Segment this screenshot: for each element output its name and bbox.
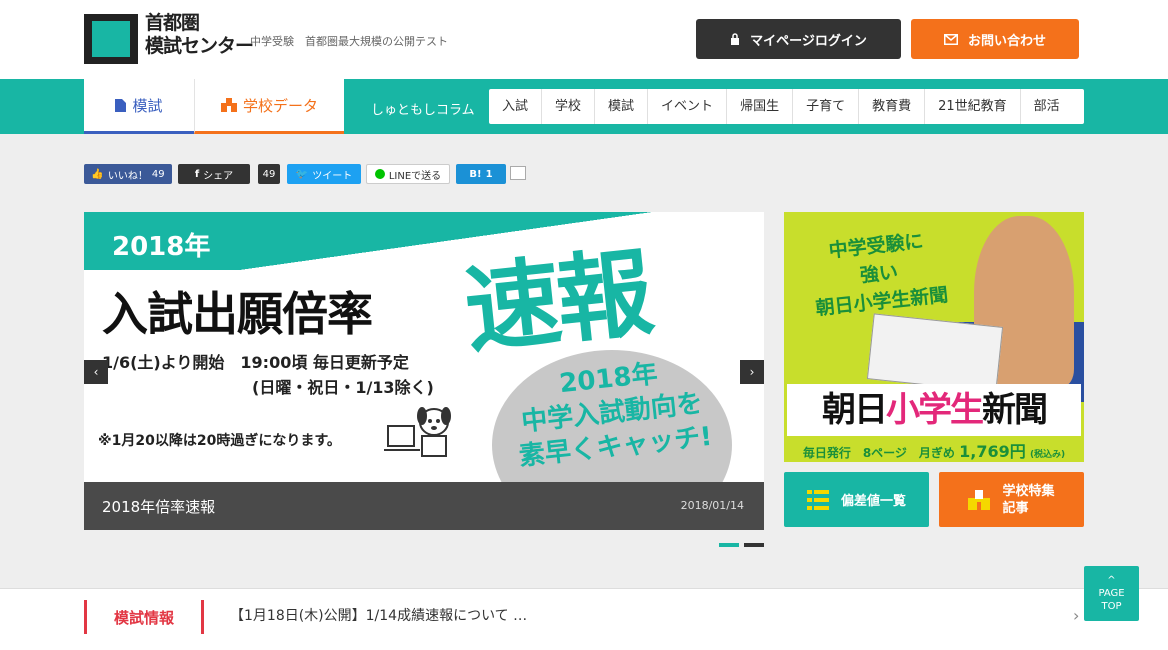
slide-caption: 2018年倍率速報 2018/01/14 — [84, 482, 764, 530]
slider-dot-active[interactable] — [719, 543, 739, 547]
twitter-bird-icon: 🐦 — [295, 168, 309, 180]
news-next-icon[interactable]: › — [1073, 606, 1079, 625]
like-label: いいね！ — [107, 170, 148, 182]
ad-newspaper-image — [866, 313, 1004, 393]
line-label: LINEで送る — [388, 170, 442, 182]
category-event[interactable]: イベント — [648, 89, 728, 124]
slider-dot[interactable] — [744, 543, 764, 547]
line-share-button[interactable]: LINEで送る — [366, 164, 450, 184]
tokushu-line2: 記事 — [1002, 500, 1029, 516]
column-label: しゅともしコラム — [371, 103, 475, 118]
share-label: シェア — [203, 170, 234, 182]
document-icon — [115, 98, 127, 112]
tab-moshi[interactable]: 模試 — [84, 79, 194, 134]
category-kikokusei[interactable]: 帰国生 — [727, 89, 794, 124]
slide-schedule-note: (日曜・祝日・1/13除く) — [252, 378, 434, 397]
category-nyushi[interactable]: 入試 — [489, 89, 543, 124]
slide-notice: ※1月20以降は20時過ぎになります。 — [98, 433, 341, 449]
contact-button[interactable]: お問い合わせ — [911, 19, 1079, 59]
ad-footer: 毎日発行 8ページ 月ぎめ 1,769円 (税込み) — [784, 438, 1084, 462]
slide-sokuho: 速報 — [459, 236, 655, 368]
facebook-share-button[interactable]: f シェア — [178, 164, 250, 184]
email-share-icon[interactable] — [510, 166, 526, 180]
ad-brand-band: 朝日小学生新聞 — [787, 384, 1081, 436]
category-kosodate[interactable]: 子育て — [793, 89, 860, 124]
category-menu: 入試 学校 模試 イベント 帰国生 子育て 教育費 21世紀教育 部活 — [489, 89, 1084, 124]
slider-prev-button[interactable]: ‹ — [84, 360, 108, 384]
slide-main-title: 入試出願倍率 — [102, 287, 373, 341]
category-gakko[interactable]: 学校 — [542, 89, 596, 124]
school-icon — [220, 98, 237, 112]
category-bukatsu[interactable]: 部活 — [1021, 89, 1073, 124]
tab-moshi-label: 模試 — [132, 96, 163, 115]
ad-foot-tax: (税込み) — [1029, 450, 1066, 460]
contact-label: お問い合わせ — [967, 33, 1046, 49]
hatena-label: B! — [469, 168, 482, 180]
ad-headline: 中学受験に 強い 朝日小学生新聞 — [790, 223, 968, 324]
tokushu-line1: 学校特集 — [1002, 483, 1055, 499]
hero-slider[interactable]: 2018年 入試出願倍率 速報 2018年 中学入試動向を 素早くキャッチ! 1… — [84, 212, 764, 530]
site-tagline: 中学受験 首都圏最大規模の公開テスト — [250, 35, 448, 48]
hensachi-list-button[interactable]: 偏差値一覧 — [784, 472, 929, 527]
lock-icon — [731, 33, 740, 45]
hensachi-label: 偏差値一覧 — [840, 494, 906, 509]
thumbs-up-icon: 👍 — [91, 168, 104, 180]
chevron-up-icon: ^ — [1107, 575, 1116, 586]
chevron-left-icon: ‹ — [93, 365, 99, 379]
tab-gakko-label: 学校データ — [242, 96, 318, 115]
page-top-line2: TOP — [1101, 601, 1122, 612]
page-top-line1: PAGE — [1098, 588, 1125, 599]
slider-next-button[interactable]: › — [740, 360, 764, 384]
news-headline-link[interactable]: 【1月18日(木)公開】1/14成績速報について … — [230, 605, 527, 625]
category-kyoikuhi[interactable]: 教育費 — [859, 89, 926, 124]
like-count: 49 — [151, 168, 165, 180]
ad-band-a: 朝日 — [822, 390, 888, 430]
slide-caption-title: 2018年倍率速報 — [102, 498, 216, 516]
tab-gakko-data[interactable]: 学校データ — [194, 79, 344, 134]
facebook-like-button[interactable]: 👍 いいね！ 49 — [84, 164, 172, 184]
school-feature-button[interactable]: 学校特集 記事 — [939, 472, 1084, 527]
facebook-icon: f — [194, 168, 200, 180]
login-label: マイページログイン — [750, 33, 867, 49]
ad-foot-text: 毎日発行 8ページ 月ぎめ — [802, 446, 955, 460]
ad-band-b: 小学生 — [886, 390, 984, 430]
dog-with-laptop-illustration — [384, 407, 451, 457]
page-top-button[interactable]: ^ PAGE TOP — [1084, 566, 1139, 621]
school-feature-label: 学校特集 記事 — [1002, 483, 1054, 517]
logo-line2: 模試センター — [145, 35, 254, 57]
category-moshi[interactable]: 模試 — [595, 89, 649, 124]
tweet-button[interactable]: 🐦 ツイート — [287, 164, 361, 184]
news-label: 模試情報 — [84, 600, 204, 634]
tweet-label: ツイート — [312, 170, 353, 182]
chevron-right-icon: › — [749, 365, 755, 379]
slide-schedule: 1/6(土)より開始 19:00頃 毎日更新予定 — [102, 353, 409, 372]
slide-caption-date: 2018/01/14 — [680, 499, 744, 512]
logo-mark[interactable] — [84, 14, 138, 64]
ad-band-c: 新聞 — [982, 390, 1048, 430]
line-icon — [374, 169, 385, 179]
ad-foot-price: 1,769円 — [959, 442, 1026, 461]
category-21c-kyoiku[interactable]: 21世紀教育 — [925, 89, 1021, 124]
logo-line1: 首都圏 — [145, 12, 200, 34]
mail-icon — [943, 33, 958, 45]
logo-text[interactable]: 首都圏 模試センター — [145, 12, 254, 58]
school-building-icon — [968, 489, 991, 510]
hatena-count: 1 — [485, 168, 493, 180]
asahi-shogakusei-ad[interactable]: 中学受験に 強い 朝日小学生新聞 朝日小学生新聞 毎日発行 8ページ 月ぎめ 1… — [784, 212, 1084, 462]
slide-year: 2018年 — [112, 232, 211, 262]
share-count: 49 — [258, 164, 280, 184]
list-icon — [806, 489, 829, 510]
hatena-bookmark-button[interactable]: B! 1 — [456, 164, 506, 184]
mypage-login-button[interactable]: マイページログイン — [696, 19, 901, 59]
